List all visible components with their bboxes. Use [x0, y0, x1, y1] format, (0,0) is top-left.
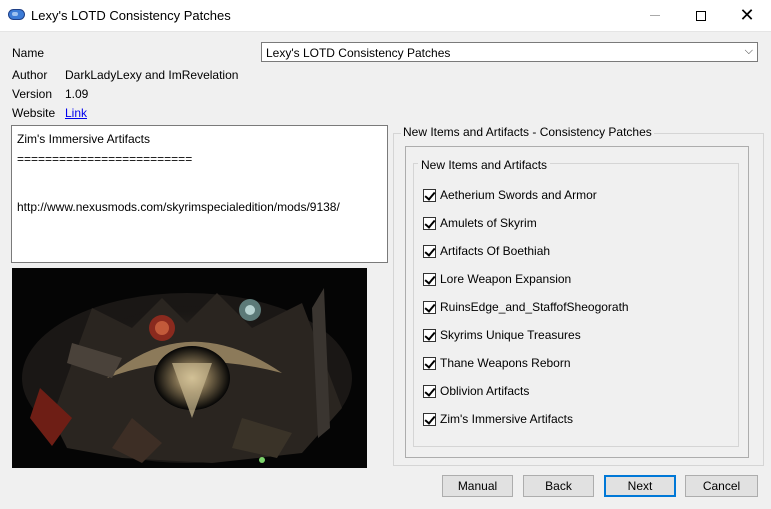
chevron-down-icon: ⌵: [744, 44, 753, 57]
maximize-icon: [696, 10, 706, 21]
checkbox[interactable]: [423, 412, 436, 426]
checkbox[interactable]: [423, 328, 436, 342]
cancel-button[interactable]: Cancel: [685, 475, 758, 497]
description-box[interactable]: Zim's Immersive Artifacts ==============…: [11, 125, 388, 263]
option-oblivion[interactable]: Oblivion Artifacts: [423, 382, 529, 400]
description-line: http://www.nexusmods.com/skyrimspecialed…: [17, 200, 340, 214]
checkbox[interactable]: [423, 244, 436, 258]
maximize-button[interactable]: [678, 0, 724, 31]
option-unique-treasures[interactable]: Skyrims Unique Treasures: [423, 326, 581, 344]
checkbox[interactable]: [423, 216, 436, 230]
author-value: DarkLadyLexy and ImRevelation: [65, 68, 239, 82]
option-zims[interactable]: Zim's Immersive Artifacts: [423, 410, 573, 428]
description-line: =========================: [17, 152, 193, 166]
option-label: Skyrims Unique Treasures: [440, 328, 581, 342]
website-link[interactable]: Link: [65, 106, 87, 120]
website-label: Website: [12, 106, 56, 120]
app-icon: [8, 9, 25, 20]
minimize-icon: [650, 15, 660, 16]
name-dropdown-value: Lexy's LOTD Consistency Patches: [266, 46, 451, 60]
option-label: Aetherium Swords and Armor: [440, 188, 597, 202]
manual-button[interactable]: Manual: [442, 475, 513, 497]
version-value: 1.09: [65, 87, 89, 101]
option-ruinsedge[interactable]: RuinsEdge_and_StaffofSheogorath: [423, 298, 629, 316]
close-icon: ✕: [739, 4, 755, 26]
name-dropdown[interactable]: Lexy's LOTD Consistency Patches ⌵: [261, 42, 758, 62]
option-label: Amulets of Skyrim: [440, 216, 537, 230]
option-thane-weapons[interactable]: Thane Weapons Reborn: [423, 354, 571, 372]
window-title: Lexy's LOTD Consistency Patches: [31, 8, 231, 23]
option-label: Oblivion Artifacts: [440, 384, 530, 398]
option-amulets[interactable]: Amulets of Skyrim: [423, 214, 537, 232]
version-label: Version: [12, 87, 53, 101]
group-title: New Items and Artifacts: [418, 158, 551, 172]
next-button[interactable]: Next: [604, 475, 676, 497]
minimize-button[interactable]: [632, 0, 678, 31]
name-label: Name: [12, 46, 45, 60]
option-label: Zim's Immersive Artifacts: [440, 412, 573, 426]
option-lore-weapon[interactable]: Lore Weapon Expansion: [423, 270, 571, 288]
description-line: Zim's Immersive Artifacts: [17, 132, 150, 146]
back-button[interactable]: Back: [523, 475, 594, 497]
step-title: New Items and Artifacts - Consistency Pa…: [401, 125, 654, 139]
option-label: Thane Weapons Reborn: [440, 356, 571, 370]
option-boethiah[interactable]: Artifacts Of Boethiah: [423, 242, 550, 260]
checkbox[interactable]: [423, 188, 436, 202]
option-label: Artifacts Of Boethiah: [440, 244, 551, 258]
option-label: Lore Weapon Expansion: [440, 272, 572, 286]
checkbox[interactable]: [423, 356, 436, 370]
checkbox[interactable]: [423, 272, 436, 286]
checkbox[interactable]: [423, 384, 436, 398]
option-aetherium[interactable]: Aetherium Swords and Armor: [423, 186, 597, 204]
mod-preview-image: [12, 268, 367, 468]
checkbox[interactable]: [423, 300, 436, 314]
close-button[interactable]: ✕: [724, 0, 770, 31]
author-label: Author: [12, 68, 48, 82]
option-label: RuinsEdge_and_StaffofSheogorath: [440, 300, 629, 314]
